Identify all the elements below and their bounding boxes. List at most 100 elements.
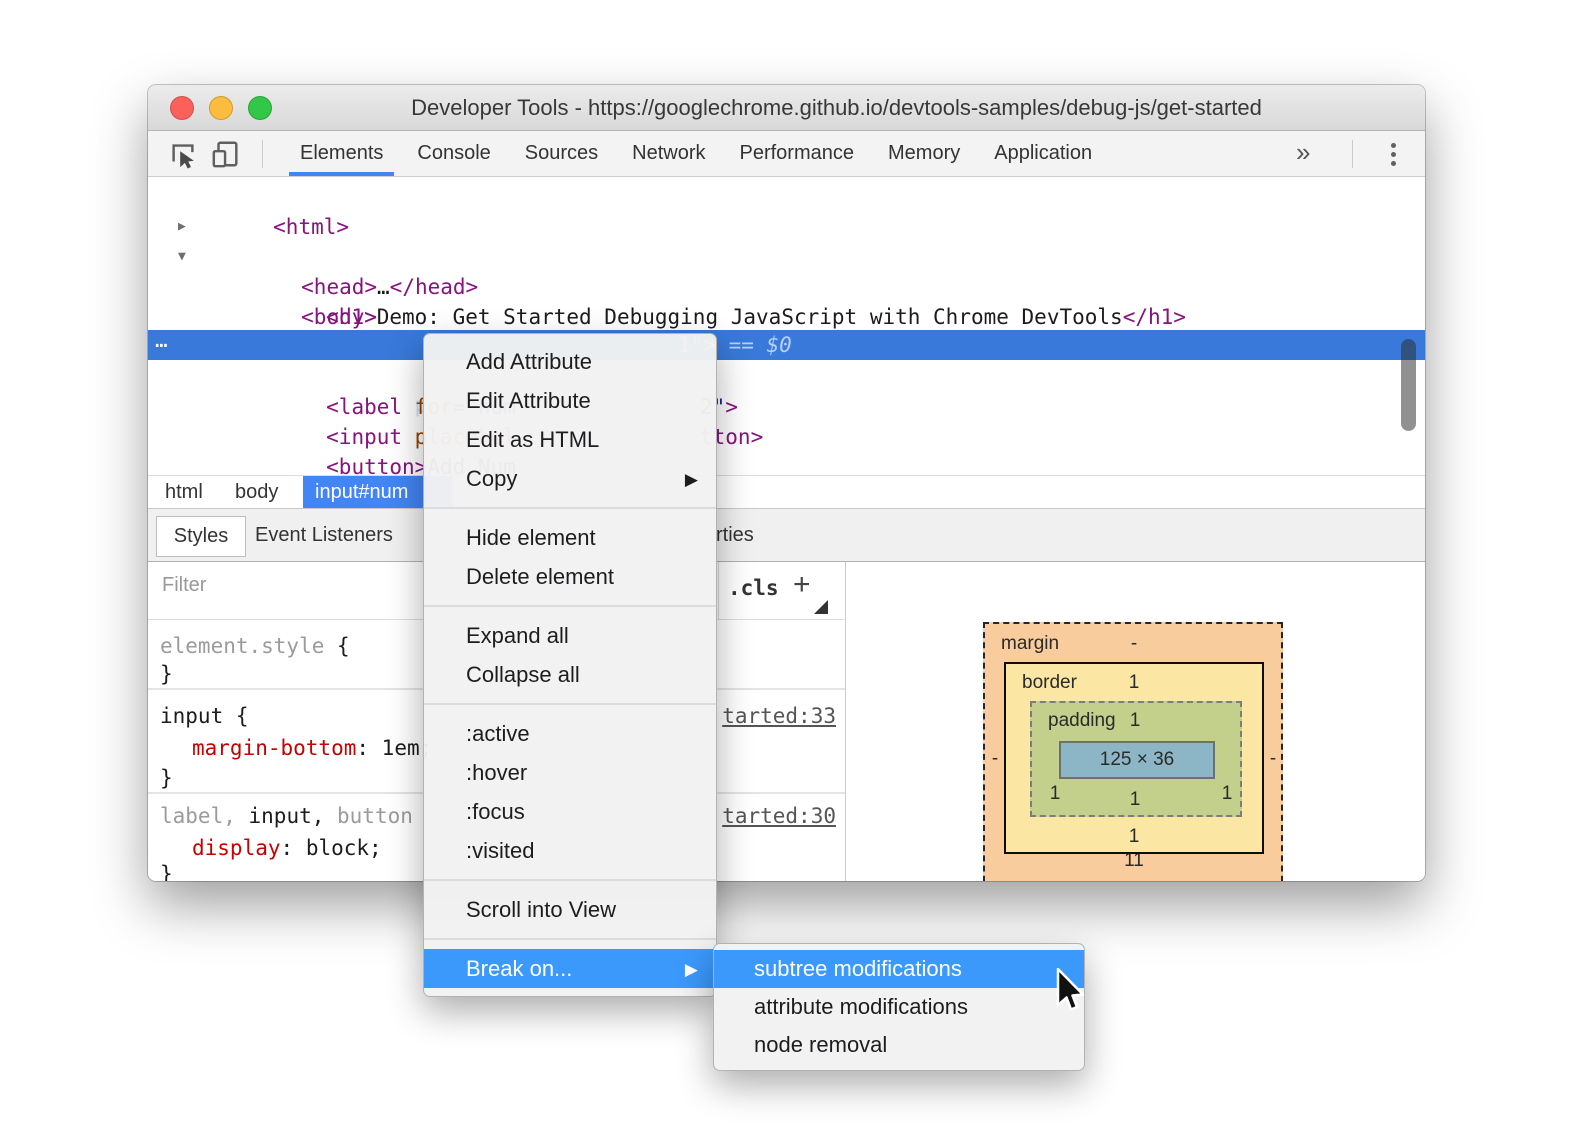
menu-item-delete-element[interactable]: Delete element bbox=[424, 557, 716, 596]
dom-row-body[interactable]: ▼ <body> bbox=[148, 242, 1425, 329]
dom-row-input1-selected[interactable]: ⋯ <input placehol 1"> == $0 bbox=[148, 330, 1425, 417]
close-button[interactable] bbox=[170, 96, 194, 120]
node-options-dots-icon[interactable]: ⋯ bbox=[155, 330, 170, 360]
filter-group-divider bbox=[718, 562, 719, 619]
margin-left-value[interactable]: - bbox=[984, 748, 1006, 770]
tab-performance[interactable]: Performance bbox=[723, 131, 872, 176]
more-tabs-icon[interactable]: » bbox=[1288, 131, 1318, 176]
menu-item-edit-as-html[interactable]: Edit as HTML bbox=[424, 420, 716, 459]
devtools-toolbar: Elements Console Sources Network Perform… bbox=[148, 131, 1425, 177]
dom-row-h1[interactable]: <h1>Demo: Get Started Debugging JavaScri… bbox=[148, 272, 1425, 329]
box-model-diagram: margin - - - 11 1 1 border 1 1 padding 1 bbox=[983, 622, 1283, 881]
submenu-arrow-icon: ▶ bbox=[684, 470, 698, 489]
breadcrumb-html[interactable]: html bbox=[165, 476, 203, 509]
traffic-lights bbox=[170, 96, 272, 120]
box-model-margin[interactable]: margin - - - 11 1 1 border 1 1 padding 1 bbox=[983, 622, 1283, 881]
box-model-content[interactable]: 125 × 36 bbox=[1059, 741, 1215, 779]
menu-item-pseudo-visited[interactable]: :visited bbox=[424, 831, 716, 870]
expand-arrow-icon[interactable]: ▶ bbox=[178, 212, 186, 242]
menu-item-pseudo-active[interactable]: :active bbox=[424, 714, 716, 753]
rule-input-selector[interactable]: input { bbox=[160, 702, 249, 730]
menu-item-pseudo-focus[interactable]: :focus bbox=[424, 792, 716, 831]
margin-right-value[interactable]: - bbox=[1262, 748, 1284, 770]
margin-label: margin bbox=[1001, 633, 1060, 654]
mouse-cursor-icon bbox=[1056, 967, 1090, 1019]
menu-separator bbox=[424, 507, 716, 509]
submenu-item-subtree-modifications[interactable]: subtree modifications bbox=[714, 950, 1084, 988]
toolbar-divider-right bbox=[1352, 140, 1353, 168]
devtools-window: Developer Tools - https://googlechrome.g… bbox=[148, 85, 1425, 881]
padding-top-value[interactable]: 1 bbox=[1124, 710, 1146, 732]
rule-group-declaration[interactable]: display: block; bbox=[192, 834, 382, 862]
screen: Developer Tools - https://googlechrome.g… bbox=[0, 0, 1574, 1135]
menu-item-copy[interactable]: Copy ▶ bbox=[424, 459, 716, 498]
breadcrumb-body[interactable]: body bbox=[235, 476, 278, 509]
menu-separator bbox=[424, 879, 716, 881]
dom-row-head[interactable]: ▶ <head>…</head> bbox=[148, 212, 1425, 299]
menu-item-add-attribute[interactable]: Add Attribute bbox=[424, 342, 716, 381]
titlebar: Developer Tools - https://googlechrome.g… bbox=[148, 85, 1425, 131]
styles-pane: .cls + element.style { } input { tarted:… bbox=[148, 562, 1425, 881]
tab-elements[interactable]: Elements bbox=[283, 131, 400, 176]
tab-console[interactable]: Console bbox=[400, 131, 507, 176]
dom-row-label2[interactable]: <label for="num bbox=[148, 362, 1425, 419]
padding-left-value[interactable]: 1 bbox=[1044, 783, 1066, 805]
tab-memory[interactable]: Memory bbox=[871, 131, 977, 176]
dom-row-button[interactable]: <button>Add Num tton> bbox=[148, 422, 1425, 479]
submenu-item-node-removal[interactable]: node removal bbox=[714, 1026, 1084, 1064]
rule-input-close: } bbox=[160, 766, 173, 790]
window-title: Developer Tools - https://googlechrome.g… bbox=[411, 95, 1262, 120]
cls-button[interactable]: .cls bbox=[728, 576, 779, 600]
border-top-value[interactable]: 1 bbox=[1123, 672, 1145, 694]
menu-item-scroll-into-view[interactable]: Scroll into View bbox=[424, 890, 716, 929]
padding-right-value[interactable]: 1 bbox=[1216, 783, 1238, 805]
new-style-rule-button[interactable]: + bbox=[793, 568, 811, 602]
inspect-element-icon[interactable] bbox=[168, 139, 198, 174]
submenu-item-attribute-modifications[interactable]: attribute modifications bbox=[714, 988, 1084, 1026]
menu-item-hide-element[interactable]: Hide element bbox=[424, 518, 716, 557]
tab-network[interactable]: Network bbox=[615, 131, 722, 176]
menu-item-edit-attribute[interactable]: Edit Attribute bbox=[424, 381, 716, 420]
menu-separator bbox=[424, 605, 716, 607]
source-link-33[interactable]: tarted:33 bbox=[722, 702, 836, 730]
tab-properties-partial[interactable]: rties bbox=[716, 509, 754, 561]
menu-separator bbox=[424, 703, 716, 705]
rule-group-selector[interactable]: label, input, button bbox=[160, 802, 413, 830]
submenu-arrow-icon: ▶ bbox=[684, 960, 698, 979]
devtools-menu-icon[interactable] bbox=[1380, 141, 1406, 167]
dom-row-label1[interactable]: <label for="num1">Number 1</label> bbox=[148, 302, 1425, 359]
tab-styles[interactable]: Styles bbox=[156, 516, 246, 557]
dom-row-html[interactable]: <html> bbox=[148, 182, 1425, 239]
breadcrumb: html body input#num bbox=[148, 475, 1425, 509]
dom-scrollbar-thumb[interactable] bbox=[1401, 339, 1416, 431]
border-bottom-value[interactable]: 1 bbox=[1123, 826, 1145, 848]
source-link-30[interactable]: tarted:30 bbox=[722, 802, 836, 830]
dollar-zero-badge: == $0 bbox=[715, 333, 792, 357]
padding-bottom-value[interactable]: 1 bbox=[1124, 789, 1146, 811]
tab-sources[interactable]: Sources bbox=[508, 131, 615, 176]
menu-item-expand-all[interactable]: Expand all bbox=[424, 616, 716, 655]
context-menu: Add Attribute Edit Attribute Edit as HTM… bbox=[423, 333, 717, 997]
rule-input-declaration[interactable]: margin-bottom: 1em; bbox=[192, 734, 432, 762]
device-toolbar-icon[interactable] bbox=[210, 139, 242, 174]
padding-label: padding bbox=[1048, 710, 1116, 731]
dom-row-input2[interactable]: <input placehol 2"> bbox=[148, 392, 1425, 449]
collapse-arrow-icon[interactable]: ▼ bbox=[178, 242, 186, 272]
sidebar-tabs: Styles Event Listeners rties bbox=[148, 508, 1425, 562]
margin-top-value[interactable]: - bbox=[1123, 633, 1145, 655]
pane-divider[interactable] bbox=[845, 562, 846, 881]
rule-element-style-close: } bbox=[160, 662, 173, 686]
box-model-padding[interactable]: padding 1 1 1 1 125 × 36 bbox=[1030, 701, 1242, 817]
menu-item-collapse-all[interactable]: Collapse all bbox=[424, 655, 716, 694]
tab-event-listeners[interactable]: Event Listeners bbox=[255, 509, 393, 561]
box-model-border[interactable]: border 1 1 padding 1 1 1 1 125 × 36 bbox=[1004, 662, 1264, 854]
break-on-submenu: subtree modifications attribute modifica… bbox=[713, 943, 1085, 1071]
rule-element-style[interactable]: element.style { bbox=[160, 632, 350, 660]
menu-item-break-on[interactable]: Break on... ▶ bbox=[424, 949, 716, 988]
menu-item-pseudo-hover[interactable]: :hover bbox=[424, 753, 716, 792]
minimize-button[interactable] bbox=[209, 96, 233, 120]
tab-application[interactable]: Application bbox=[977, 131, 1109, 176]
resize-grip-icon[interactable] bbox=[814, 600, 828, 614]
menu-separator bbox=[424, 938, 716, 940]
styles-filter-input[interactable] bbox=[162, 574, 462, 597]
